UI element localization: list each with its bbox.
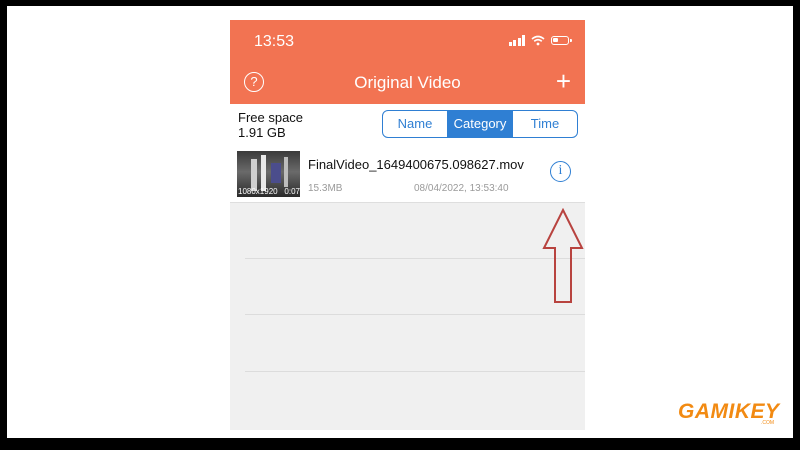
screenshot-frame: 13:53 ? Original Video + Free space 1.91… bbox=[7, 6, 793, 438]
free-space-value: 1.91 GB bbox=[238, 125, 286, 140]
video-thumbnail: 1080x1920 0:07 bbox=[237, 151, 300, 197]
add-button[interactable]: + bbox=[556, 68, 571, 94]
app-header: 13:53 ? Original Video + bbox=[230, 20, 585, 104]
sort-segmented-control: Name Category Time bbox=[382, 110, 578, 138]
wifi-icon bbox=[531, 35, 545, 46]
battery-icon bbox=[551, 36, 572, 45]
annotation-up-arrow-icon bbox=[542, 208, 584, 303]
list-separator bbox=[245, 314, 585, 315]
sort-tab-category[interactable]: Category bbox=[448, 111, 513, 137]
cellular-signal-icon bbox=[508, 35, 525, 46]
video-size: 15.3MB bbox=[308, 183, 343, 194]
sort-tab-name[interactable]: Name bbox=[383, 111, 448, 137]
info-button[interactable]: i bbox=[550, 161, 571, 182]
video-list-item[interactable]: 1080x1920 0:07 FinalVideo_1649400675.098… bbox=[230, 146, 585, 203]
list-separator bbox=[245, 371, 585, 372]
video-filename: FinalVideo_1649400675.098627.mov bbox=[308, 157, 524, 172]
thumbnail-duration: 0:07 bbox=[284, 187, 300, 196]
sort-tab-time[interactable]: Time bbox=[513, 111, 577, 137]
list-separator bbox=[245, 258, 585, 259]
free-space-label: Free space bbox=[238, 110, 304, 125]
video-date: 08/04/2022, 13:53:40 bbox=[414, 183, 509, 194]
status-time: 13:53 bbox=[254, 33, 295, 50]
toolbar: Free space 1.91 GB Name Category Time bbox=[230, 104, 585, 146]
thumbnail-resolution: 1080x1920 bbox=[238, 187, 278, 196]
watermark-logo-suffix: .COM bbox=[761, 420, 775, 426]
phone-screen: 13:53 ? Original Video + Free space 1.91… bbox=[230, 20, 585, 430]
status-icons bbox=[508, 35, 572, 46]
page-title: Original Video bbox=[354, 73, 461, 92]
